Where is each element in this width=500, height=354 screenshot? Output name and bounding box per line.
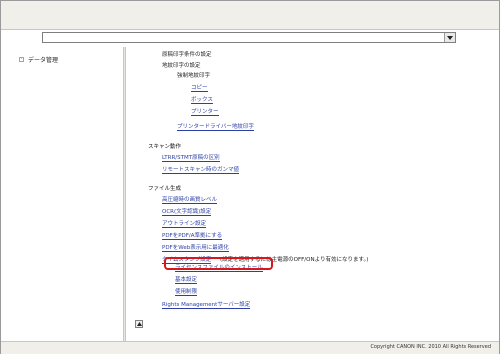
link-usage-limits[interactable]: 使用制限 — [175, 287, 198, 296]
copyright-text: Copyright CANON INC. 2010 All Rights Res… — [370, 344, 491, 350]
link-rights-management[interactable]: Rights Managementサーバー設定 — [162, 300, 251, 309]
tree-item-label: データ管理 — [28, 57, 59, 64]
tree-expander-icon[interactable]: · — [19, 57, 24, 62]
navigation-pane: · データ管理 — [5, 47, 123, 341]
app-window: · データ管理 原稿印字条件の設定 地紋印字の設定 強制地紋印字 コピー ボック… — [0, 0, 500, 354]
link-pdf-web-optimize[interactable]: PDFをWeb表示用に最適化 — [162, 243, 229, 252]
tree-item-data-management[interactable]: · データ管理 — [19, 55, 58, 64]
section-file-generation: ファイル生成 — [148, 186, 182, 192]
link-printer-driver-ground-pattern[interactable]: プリンタードライバー地紋印字 — [177, 122, 254, 131]
pane-splitter[interactable] — [123, 47, 126, 341]
section-scan-operation: スキャン動作 — [148, 144, 182, 150]
arrow-up-icon — [136, 322, 142, 326]
link-box[interactable]: ボックス — [191, 95, 213, 104]
dropdown-arrow-button[interactable] — [444, 33, 455, 42]
link-ocr-settings[interactable]: OCR(文字認識)設定 — [162, 207, 212, 216]
link-outline-settings[interactable]: アウトライン設定 — [162, 219, 207, 228]
content-pane: 原稿印字条件の設定 地紋印字の設定 強制地紋印字 コピー ボックス プリンター … — [128, 47, 494, 341]
chevron-down-icon — [447, 35, 453, 40]
link-copy[interactable]: コピー — [191, 83, 208, 92]
highlight-box — [164, 257, 273, 270]
link-remote-scan-gamma[interactable]: リモートスキャン時のガンマ値 — [162, 165, 240, 174]
section-ground-pattern-print: 地紋印字の設定 — [162, 63, 201, 69]
link-basic-settings[interactable]: 基本設定 — [175, 275, 198, 284]
link-high-compression-quality[interactable]: 高圧縮時の画質レベル — [162, 195, 218, 204]
status-bar: Copyright CANON INC. 2010 All Rights Res… — [1, 341, 499, 354]
link-ltrr-stmt[interactable]: LTRR/STMT原稿の区別 — [162, 153, 220, 162]
menu-item-original-print-conditions[interactable]: 原稿印字条件の設定 — [162, 50, 212, 58]
address-dropdown[interactable] — [42, 32, 456, 43]
link-printer[interactable]: プリンター — [191, 107, 219, 116]
subsection-forced-ground-pattern: 強制地紋印字 — [177, 73, 211, 79]
scroll-to-top-button[interactable] — [135, 320, 143, 328]
top-toolbar — [1, 1, 499, 30]
link-pdf-a[interactable]: PDFをPDF/A準拠にする — [162, 231, 223, 240]
